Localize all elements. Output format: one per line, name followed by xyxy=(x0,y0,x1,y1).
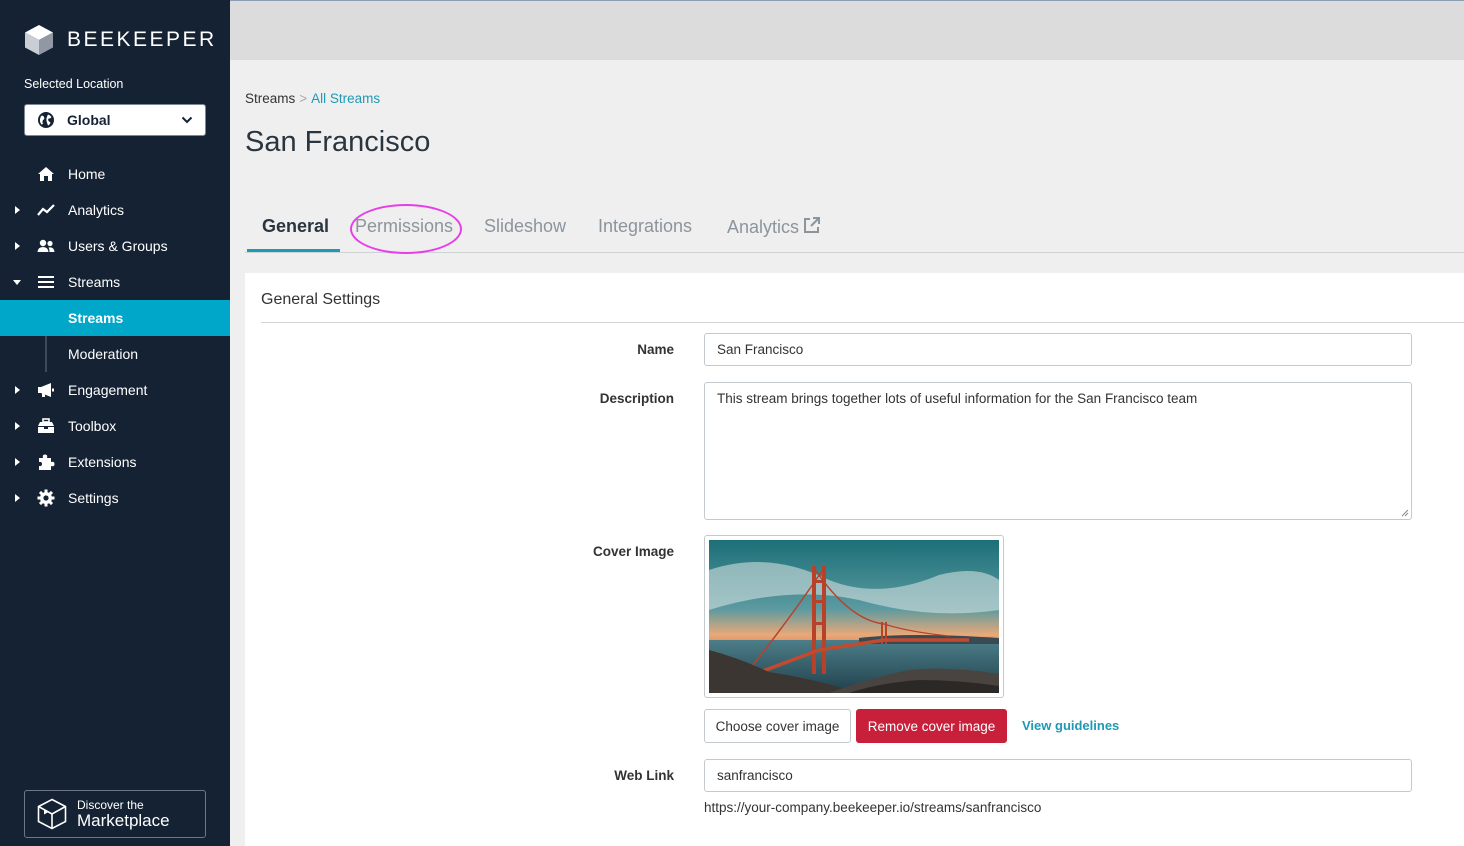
resize-handle-icon[interactable] xyxy=(1401,509,1409,517)
location-value: Global xyxy=(67,112,111,128)
breadcrumb-all-streams[interactable]: All Streams xyxy=(311,91,380,106)
description-label: Description xyxy=(599,391,674,406)
marketplace-cube-icon xyxy=(37,798,67,830)
caret-right-icon xyxy=(15,386,20,394)
puzzle-icon xyxy=(36,453,56,471)
section-divider xyxy=(261,322,1464,323)
description-field[interactable]: This stream brings together lots of usef… xyxy=(704,382,1412,520)
nav-label-extensions: Extensions xyxy=(68,454,137,470)
megaphone-icon xyxy=(36,381,56,399)
nav-label-users-groups: Users & Groups xyxy=(68,238,168,254)
name-label: Name xyxy=(637,342,674,357)
nav-sub-line xyxy=(45,300,47,336)
sidebar: BEEKEEPER Selected Location Global Home … xyxy=(0,0,230,846)
nav-item-home[interactable]: Home xyxy=(0,156,230,192)
permissions-highlight-annotation xyxy=(350,204,462,254)
nav-label-home: Home xyxy=(68,166,106,182)
cover-image-preview xyxy=(704,535,1004,698)
nav-label-analytics: Analytics xyxy=(68,202,125,218)
nav-sublabel-moderation: Moderation xyxy=(68,346,139,362)
beekeeper-logo-icon xyxy=(25,25,53,55)
line-chart-icon xyxy=(36,201,56,219)
menu-lines-icon xyxy=(36,273,56,291)
tab-general[interactable]: General xyxy=(262,216,329,237)
web-link-field[interactable]: sanfrancisco xyxy=(704,759,1412,792)
brand-logo[interactable]: BEEKEEPER xyxy=(24,24,217,56)
description-text: This stream brings together lots of usef… xyxy=(717,391,1198,406)
page-title: San Francisco xyxy=(245,126,431,158)
sidebar-nav: Home Analytics Users & Groups Streams St… xyxy=(0,156,230,516)
active-tab-indicator xyxy=(247,249,340,252)
users-icon xyxy=(36,237,56,255)
marketplace-text: Discover the Marketplace xyxy=(77,799,170,829)
location-label: Selected Location xyxy=(24,77,124,91)
nav-label-settings: Settings xyxy=(68,490,119,506)
breadcrumb-separator: > xyxy=(299,91,308,106)
nav-item-toolbox[interactable]: Toolbox xyxy=(0,408,230,444)
caret-right-icon xyxy=(15,458,20,466)
web-link-label: Web Link xyxy=(614,768,674,783)
chevron-down-icon xyxy=(181,116,193,124)
external-link-icon xyxy=(804,217,821,233)
choose-cover-image-button[interactable]: Choose cover image xyxy=(704,709,851,743)
home-icon xyxy=(36,165,56,183)
section-title: General Settings xyxy=(261,291,381,308)
nav-label-engagement: Engagement xyxy=(68,382,148,398)
breadcrumb: Streams > All Streams xyxy=(245,91,380,106)
nav-item-analytics[interactable]: Analytics xyxy=(0,192,230,228)
nav-item-engagement[interactable]: Engagement xyxy=(0,372,230,408)
caret-down-icon xyxy=(13,280,21,285)
caret-right-icon xyxy=(15,422,20,430)
golden-gate-photo xyxy=(709,540,999,693)
tab-integrations[interactable]: Integrations xyxy=(598,216,692,237)
web-link-url: https://your-company.beekeeper.io/stream… xyxy=(704,800,1042,815)
tab-analytics-label: Analytics xyxy=(727,217,800,237)
location-select[interactable]: Global xyxy=(24,104,206,136)
remove-cover-image-button[interactable]: Remove cover image xyxy=(856,709,1007,743)
tab-analytics[interactable]: Analytics xyxy=(727,216,821,238)
marketplace-line1: Discover the xyxy=(77,798,144,812)
brand-name: BEEKEEPER xyxy=(67,28,217,51)
name-field[interactable]: San Francisco xyxy=(704,333,1412,366)
top-bar xyxy=(230,0,1464,60)
nav-sublabel-streams: Streams xyxy=(68,310,124,326)
caret-right-icon xyxy=(15,242,20,250)
cover-image-label: Cover Image xyxy=(592,544,674,559)
globe-icon xyxy=(38,112,54,128)
nav-item-streams[interactable]: Streams xyxy=(0,264,230,300)
view-guidelines-link[interactable]: View guidelines xyxy=(1022,718,1119,733)
nav-item-users-groups[interactable]: Users & Groups xyxy=(0,228,230,264)
nav-sub-line xyxy=(45,336,47,372)
toolbox-icon xyxy=(36,417,56,435)
nav-item-settings[interactable]: Settings xyxy=(0,480,230,516)
nav-item-extensions[interactable]: Extensions xyxy=(0,444,230,480)
nav-subitem-streams[interactable]: Streams xyxy=(0,300,230,336)
marketplace-line2: Marketplace xyxy=(77,811,170,830)
caret-right-icon xyxy=(15,494,20,502)
nav-subitem-moderation[interactable]: Moderation xyxy=(0,336,230,372)
gear-icon xyxy=(36,489,56,507)
breadcrumb-root[interactable]: Streams xyxy=(245,91,295,106)
nav-label-toolbox: Toolbox xyxy=(68,418,117,434)
tab-slideshow[interactable]: Slideshow xyxy=(484,216,566,237)
marketplace-button[interactable]: Discover the Marketplace xyxy=(24,790,206,838)
caret-right-icon xyxy=(15,206,20,214)
nav-label-streams: Streams xyxy=(68,274,121,290)
